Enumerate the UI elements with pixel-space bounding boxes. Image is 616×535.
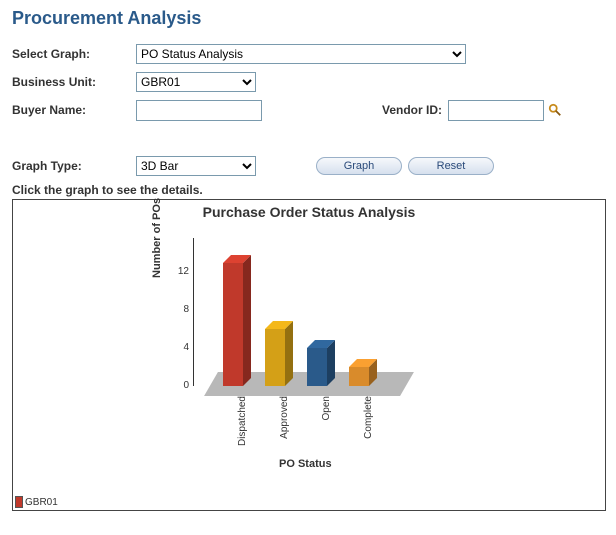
vendor-id-label: Vendor ID: [362,103,448,117]
y-tick-12: 12 [171,266,189,277]
select-graph-label: Select Graph: [12,47,136,61]
chart-hint: Click the graph to see the details. [12,183,604,197]
reset-button[interactable]: Reset [408,157,494,175]
legend-swatch-icon [15,496,23,508]
buyer-name-input[interactable] [136,100,262,121]
business-unit-dropdown[interactable]: GBR01 [136,72,256,92]
legend-label: GBR01 [25,497,58,508]
cat-open: Open [321,396,332,456]
business-unit-label: Business Unit: [12,75,136,89]
magnifier-icon[interactable] [548,103,562,117]
y-tick-8: 8 [171,304,189,315]
cat-approved: Approved [279,396,290,456]
chart-legend: GBR01 [15,496,58,508]
x-axis-label: PO Status [279,458,332,470]
cat-dispatched: Dispatched [237,396,248,456]
buyer-name-label: Buyer Name: [12,103,136,117]
graph-type-label: Graph Type: [12,159,136,173]
chart-title: Purchase Order Status Analysis [13,200,605,220]
page-title: Procurement Analysis [12,8,604,29]
cat-complete: Complete [363,396,374,456]
chart-plot-area[interactable]: 0 4 8 12 Number of POs [193,238,433,438]
graph-type-dropdown[interactable]: 3D Bar [136,156,256,176]
y-tick-4: 4 [171,342,189,353]
y-axis-label: Number of POs [151,198,163,278]
chart-frame[interactable]: Purchase Order Status Analysis 0 4 8 12 … [12,199,606,511]
select-graph-dropdown[interactable]: PO Status Analysis [136,44,466,64]
graph-button[interactable]: Graph [316,157,402,175]
y-tick-0: 0 [171,380,189,391]
vendor-id-input[interactable] [448,100,544,121]
